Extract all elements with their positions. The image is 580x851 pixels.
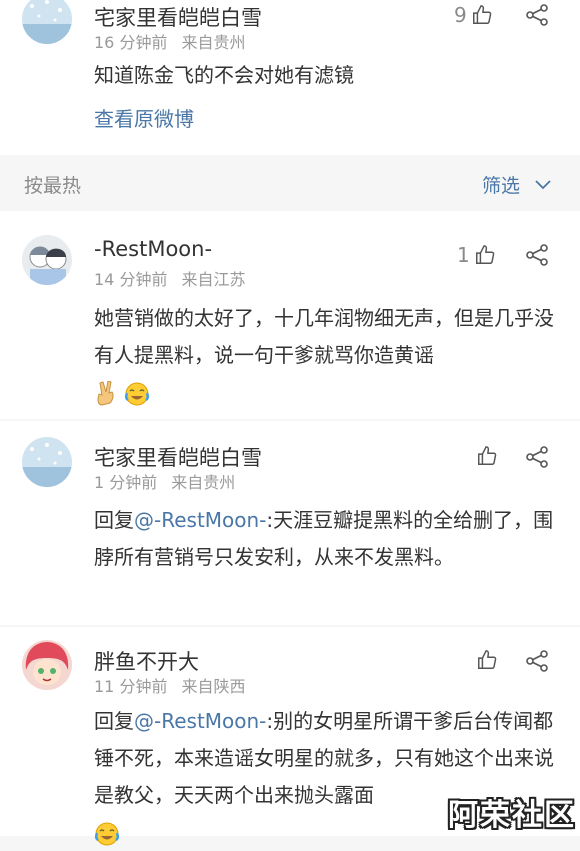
comment-text: 回复@-RestMoon-:天涯豆瓣提黑料的全给删了，围脖所有营销号只发安利，从… (94, 502, 564, 576)
comment-share-button[interactable] (525, 650, 549, 676)
original-post: 宅家里看皑皑白雪 16 分钟前 来自贵州 9 知道陈金飞的不会对她有滤镜 查看原微… (0, 0, 580, 155)
view-original-link[interactable]: 查看原微博 (94, 101, 564, 138)
comment-meta: 11 分钟前 来自陕西 (94, 673, 245, 697)
comment-like-button[interactable] (476, 649, 498, 671)
crying-laughing-emoji (94, 822, 120, 845)
filter-button[interactable]: 筛选 (482, 171, 552, 198)
comment-share-button[interactable] (525, 244, 549, 270)
post-author[interactable]: 宅家里看皑皑白雪 (94, 2, 262, 32)
share-icon (526, 446, 548, 468)
comment-location: 来自贵州 (171, 473, 236, 492)
comment-time: 14 分钟前 (94, 270, 168, 289)
post-text: 知道陈金飞的不会对她有滤镜 (94, 63, 354, 87)
comment-like-button[interactable] (476, 445, 498, 467)
sort-bar: 按最热 筛选 (0, 155, 580, 211)
thumbs-up-icon (478, 650, 497, 669)
crying-laughing-emoji (124, 382, 150, 405)
comment-like-button[interactable]: 1 (457, 243, 496, 267)
reply-prefix: 回复 (94, 709, 134, 733)
comment-item: -RestMoon- 14 分钟前 来自江苏 1 她营销做的太好了，十几年润物细无… (0, 211, 580, 419)
share-icon (526, 4, 548, 26)
comment-like-count: 1 (457, 243, 470, 267)
post-share-button[interactable] (525, 4, 549, 30)
watermark: 阿荣社区 (448, 798, 576, 833)
thumbs-up-icon (472, 5, 492, 24)
comment-author[interactable]: -RestMoon- (94, 237, 212, 261)
comment-time: 1 分钟前 (94, 473, 158, 492)
comment-author[interactable]: 宅家里看皑皑白雪 (94, 442, 262, 472)
sort-hot-button[interactable]: 按最热 (24, 171, 81, 198)
mention-link[interactable]: @-RestMoon- (134, 508, 266, 532)
filter-label: 筛选 (481, 175, 520, 197)
victory-hand-emoji (97, 380, 114, 406)
comment-item: 宅家里看皑皑白雪 1 分钟前 来自贵州 回复@-RestMoon-:天涯豆瓣提黑料… (0, 421, 580, 625)
comment-time: 11 分钟前 (94, 677, 168, 696)
post-like-count: 9 (454, 3, 467, 27)
comment-body: 她营销做的太好了，十几年润物细无声，但是几乎没有人提黑料，说一句干爹就骂你造黄谣 (94, 306, 554, 367)
comment-share-button[interactable] (525, 446, 549, 472)
comment-location: 来自陕西 (181, 677, 246, 696)
comment-location: 来自江苏 (181, 270, 246, 289)
comment-author[interactable]: 胖鱼不开大 (94, 646, 199, 676)
avatar[interactable] (22, 235, 72, 285)
avatar[interactable] (22, 0, 72, 44)
share-icon (526, 244, 548, 266)
avatar[interactable] (22, 640, 72, 690)
thumbs-up-icon (475, 245, 495, 264)
post-meta: 16 分钟前 来自贵州 (94, 29, 245, 53)
share-icon (526, 650, 548, 672)
comment-meta: 1 分钟前 来自贵州 (94, 469, 235, 493)
chevron-down-icon (535, 179, 551, 189)
post-time: 16 分钟前 (94, 33, 168, 52)
comment-meta: 14 分钟前 来自江苏 (94, 266, 245, 290)
thumbs-up-icon (478, 446, 497, 465)
avatar[interactable] (22, 437, 72, 487)
comment-text: 她营销做的太好了，十几年润物细无声，但是几乎没有人提黑料，说一句干爹就骂你造黄谣 (94, 300, 564, 411)
post-location: 来自贵州 (181, 33, 246, 52)
post-like-button[interactable]: 9 (454, 3, 493, 27)
mention-link[interactable]: @-RestMoon- (134, 709, 266, 733)
reply-prefix: 回复 (94, 508, 134, 532)
